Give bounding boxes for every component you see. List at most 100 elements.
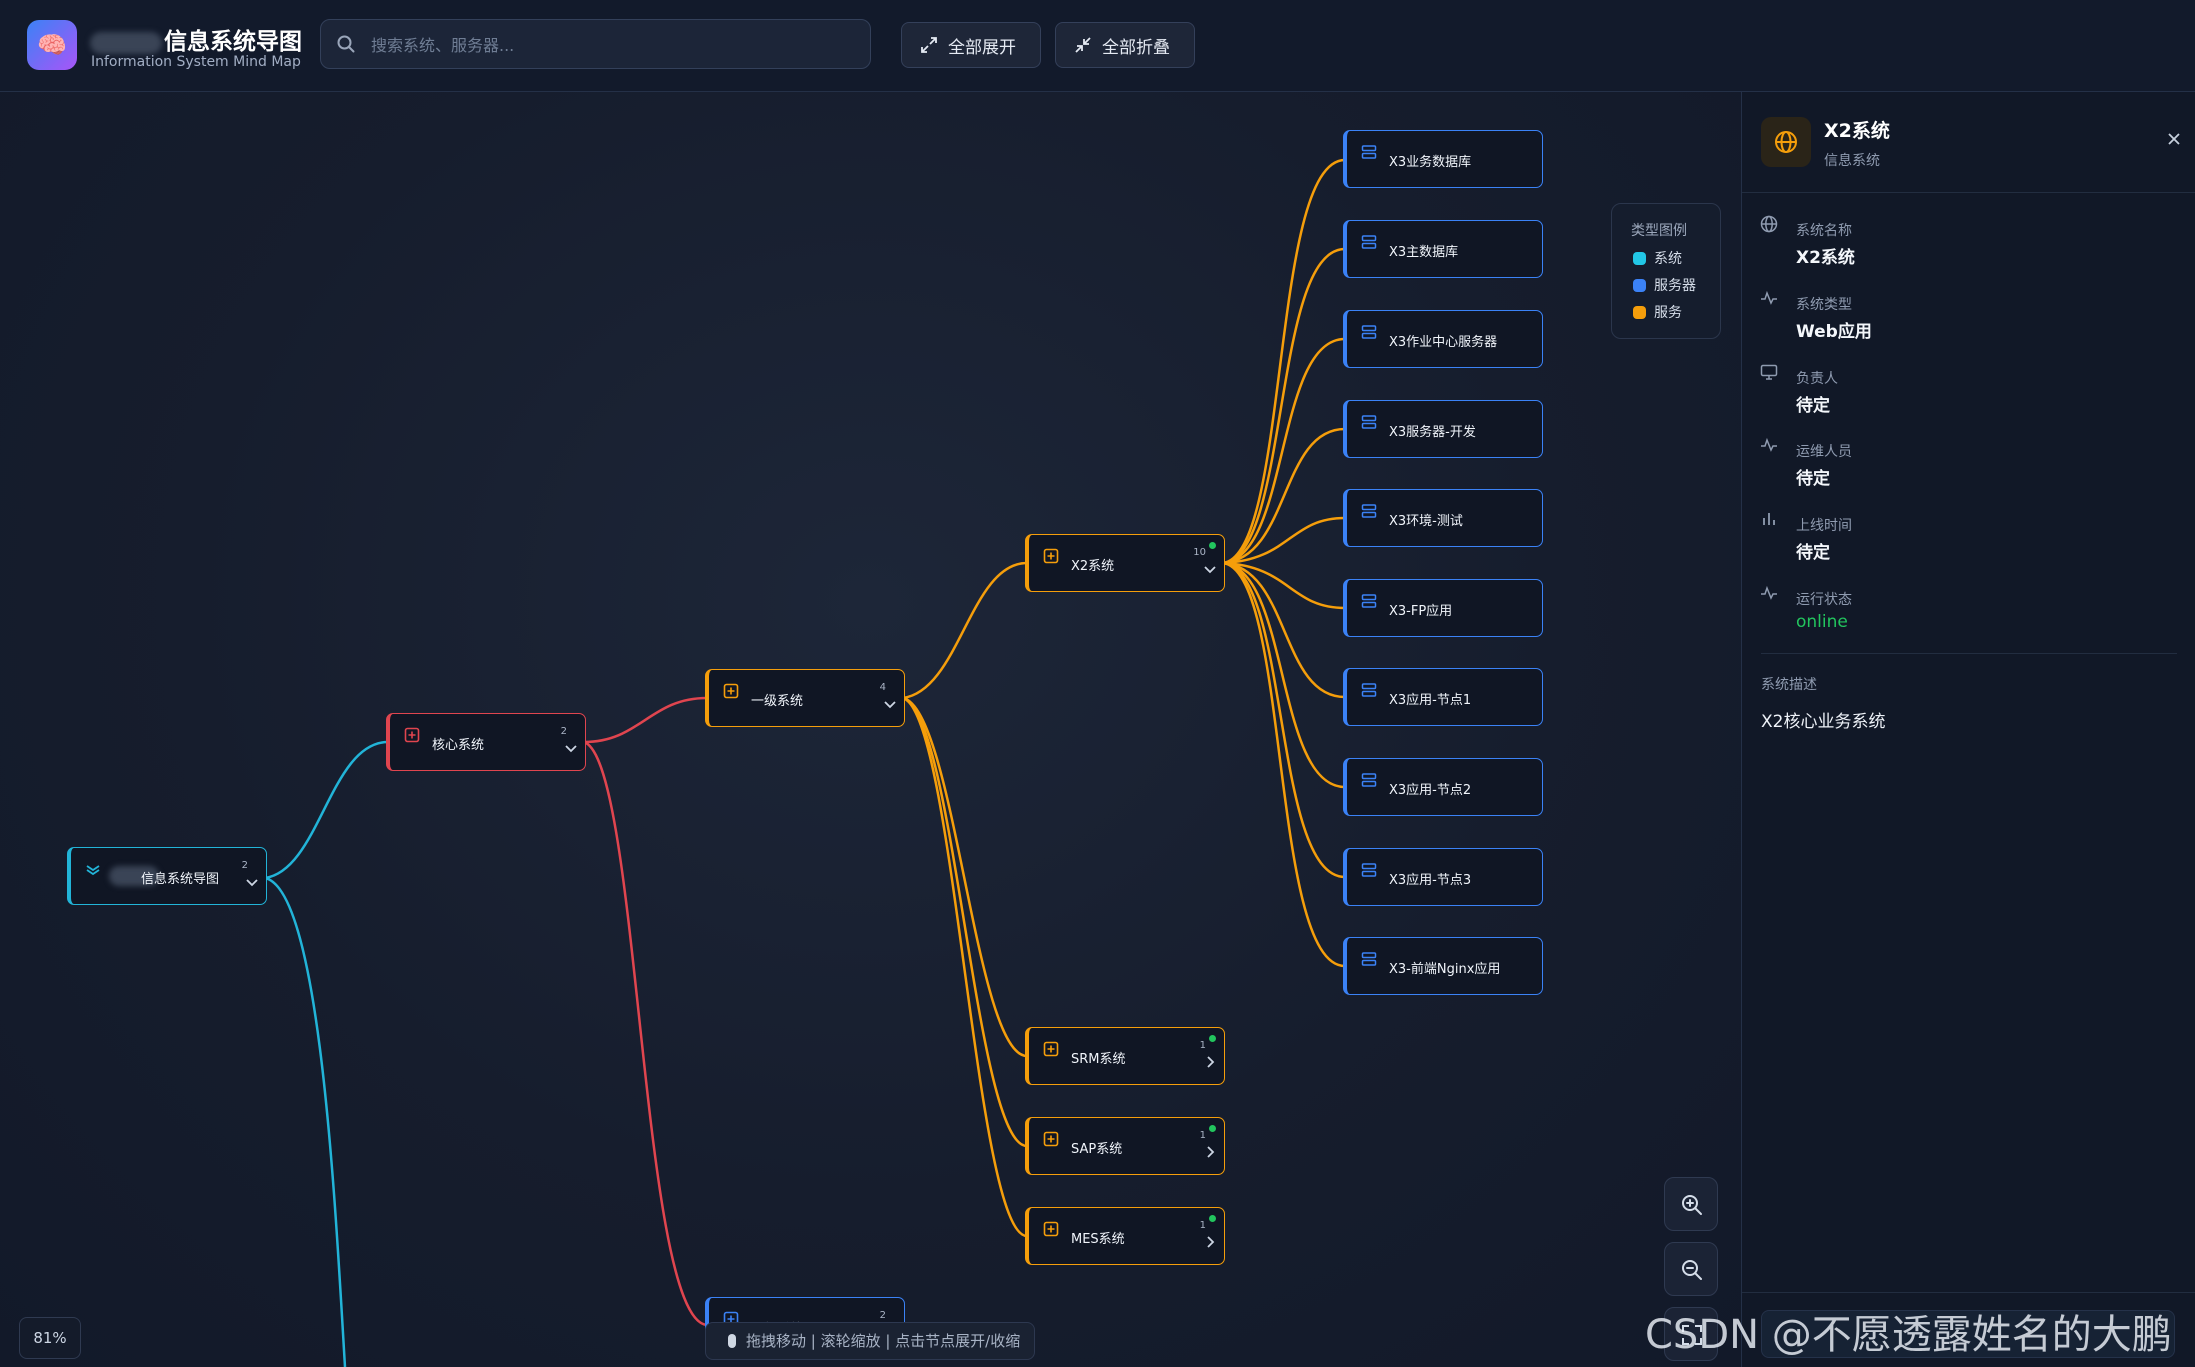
field-label-system-type: 系统类型: [1796, 297, 1852, 313]
zoom-in-icon: [1682, 1195, 1702, 1215]
server-node-label: X3环境-测试: [1389, 514, 1463, 529]
core-system-label: 核心系统: [432, 738, 485, 753]
server-icon: [1361, 145, 1377, 159]
root-node[interactable]: 信息系统导图 2: [67, 847, 267, 905]
legend-item-service: 服务: [1633, 302, 1682, 322]
server-node[interactable]: X3环境-测试: [1343, 489, 1543, 547]
x2-system-label: X2系统: [1071, 559, 1115, 574]
panel-divider: [1742, 1292, 2195, 1293]
server-node[interactable]: X3-FP应用: [1343, 579, 1543, 637]
chevron-down-icon[interactable]: [882, 696, 898, 712]
brain-logo-icon: 🧠: [27, 20, 77, 70]
panel-title: X2系统: [1824, 120, 1890, 142]
server-node-label: X3主数据库: [1389, 245, 1459, 260]
edge-x2-s10: [1222, 561, 1346, 968]
server-icon: [1361, 504, 1377, 518]
online-status-dot: [1209, 1215, 1216, 1222]
app-subtitle: Information System Mind Map: [91, 54, 301, 70]
level1-system-node[interactable]: 一级系统 4: [705, 669, 905, 727]
x2-system-count: 10: [1193, 547, 1206, 558]
legend-item-server: 服务器: [1633, 275, 1696, 295]
edge-x2-s9: [1222, 561, 1346, 879]
legend-swatch: [1633, 278, 1646, 292]
panel-subtitle: 信息系统: [1824, 153, 1880, 169]
sap-system-label: SAP系统: [1071, 1142, 1123, 1157]
chevron-right-icon[interactable]: [1202, 1144, 1218, 1160]
field-value-launch-time: 待定: [1796, 543, 1830, 563]
plus-square-icon: [1043, 1221, 1059, 1237]
expand-icon: [921, 37, 937, 53]
sap-system-count: 1: [1199, 1130, 1206, 1141]
server-node-label: X3业务数据库: [1389, 155, 1472, 170]
chevron-down-icon[interactable]: [563, 740, 579, 756]
root-node-label: 信息系统导图: [141, 872, 220, 887]
level2-system-count: 2: [879, 1310, 886, 1321]
edge-core-level1: [583, 696, 708, 744]
level1-system-label: 一级系统: [751, 694, 804, 709]
server-node-label: X3应用-节点2: [1389, 783, 1472, 798]
panel-divider: [1742, 192, 2195, 193]
legend-swatch: [1633, 251, 1646, 265]
edge-level1-sap: [902, 696, 1028, 1148]
plus-square-icon: [1043, 548, 1059, 564]
activity-icon: [1761, 437, 1777, 452]
edge-x2-s3: [1222, 337, 1346, 565]
system-globe-badge: [1761, 117, 1811, 167]
core-system-count: 2: [560, 726, 567, 737]
plus-square-icon: [1043, 1041, 1059, 1057]
edge-x2-s8: [1222, 561, 1346, 789]
server-node-label: X3-FP应用: [1389, 604, 1453, 619]
server-node[interactable]: X3作业中心服务器: [1343, 310, 1543, 368]
mind-map-canvas[interactable]: 信息系统导图 2 核心系统 2 一级系统 4 二级系统 2: [0, 92, 1741, 1367]
search-icon: [337, 35, 355, 53]
server-node[interactable]: X3主数据库: [1343, 220, 1543, 278]
srm-system-node[interactable]: SRM系统 1: [1025, 1027, 1225, 1085]
root-node-count: 2: [241, 860, 248, 871]
chevron-right-icon[interactable]: [1202, 1234, 1218, 1250]
collapse-icon: [1075, 37, 1091, 53]
server-node[interactable]: X3应用-节点2: [1343, 758, 1543, 816]
plus-square-icon: [723, 683, 739, 699]
plus-square-icon: [404, 727, 420, 743]
server-node[interactable]: X3应用-节点3: [1343, 848, 1543, 906]
legend-swatch: [1633, 305, 1646, 319]
server-icon: [1361, 863, 1377, 877]
zoom-out-button[interactable]: [1664, 1242, 1718, 1296]
server-node[interactable]: X3业务数据库: [1343, 130, 1543, 188]
x2-system-node[interactable]: X2系统 10: [1025, 534, 1225, 592]
server-node-label: X3服务器-开发: [1389, 425, 1476, 440]
server-node[interactable]: X3应用-节点1: [1343, 668, 1543, 726]
field-label-owner: 负责人: [1796, 371, 1838, 387]
edge-x2-s2: [1222, 247, 1346, 565]
mes-system-count: 1: [1199, 1220, 1206, 1231]
expand-all-button[interactable]: 全部展开: [901, 22, 1041, 68]
mes-system-node[interactable]: MES系统 1: [1025, 1207, 1225, 1265]
search-input[interactable]: [369, 20, 853, 70]
chevron-right-icon[interactable]: [1202, 1054, 1218, 1070]
field-value-owner: 待定: [1796, 396, 1830, 416]
type-legend: 类型图例 系统 服务器 服务: [1611, 203, 1721, 339]
server-node-label: X3-前端Nginx应用: [1389, 962, 1501, 977]
core-system-node[interactable]: 核心系统 2: [386, 713, 586, 771]
chevron-down-icon[interactable]: [1202, 561, 1218, 577]
server-node[interactable]: X3服务器-开发: [1343, 400, 1543, 458]
close-icon[interactable]: [2165, 130, 2183, 148]
edge-level1-x2: [902, 561, 1028, 700]
legend-item-system: 系统: [1633, 248, 1682, 268]
sap-system-node[interactable]: SAP系统 1: [1025, 1117, 1225, 1175]
server-icon: [1361, 683, 1377, 697]
app-title-text: 信息系统导图: [164, 29, 302, 55]
search-box[interactable]: [320, 19, 871, 70]
globe-icon: [1760, 215, 1778, 233]
chevron-down-icon[interactable]: [244, 874, 260, 890]
collapse-all-button[interactable]: 全部折叠: [1055, 22, 1195, 68]
app-title: 信息系统导图: [90, 22, 302, 56]
csdn-watermark: CSDN @不愿透露姓名的大鹏: [1645, 1312, 2172, 1358]
zoom-level: 81%: [19, 1317, 81, 1359]
globe-icon: [1775, 131, 1797, 153]
level1-system-count: 4: [879, 682, 886, 693]
field-value-run-status: online: [1796, 612, 1848, 632]
server-icon: [1361, 235, 1377, 249]
server-node[interactable]: X3-前端Nginx应用: [1343, 937, 1543, 995]
zoom-in-button[interactable]: [1664, 1177, 1718, 1231]
